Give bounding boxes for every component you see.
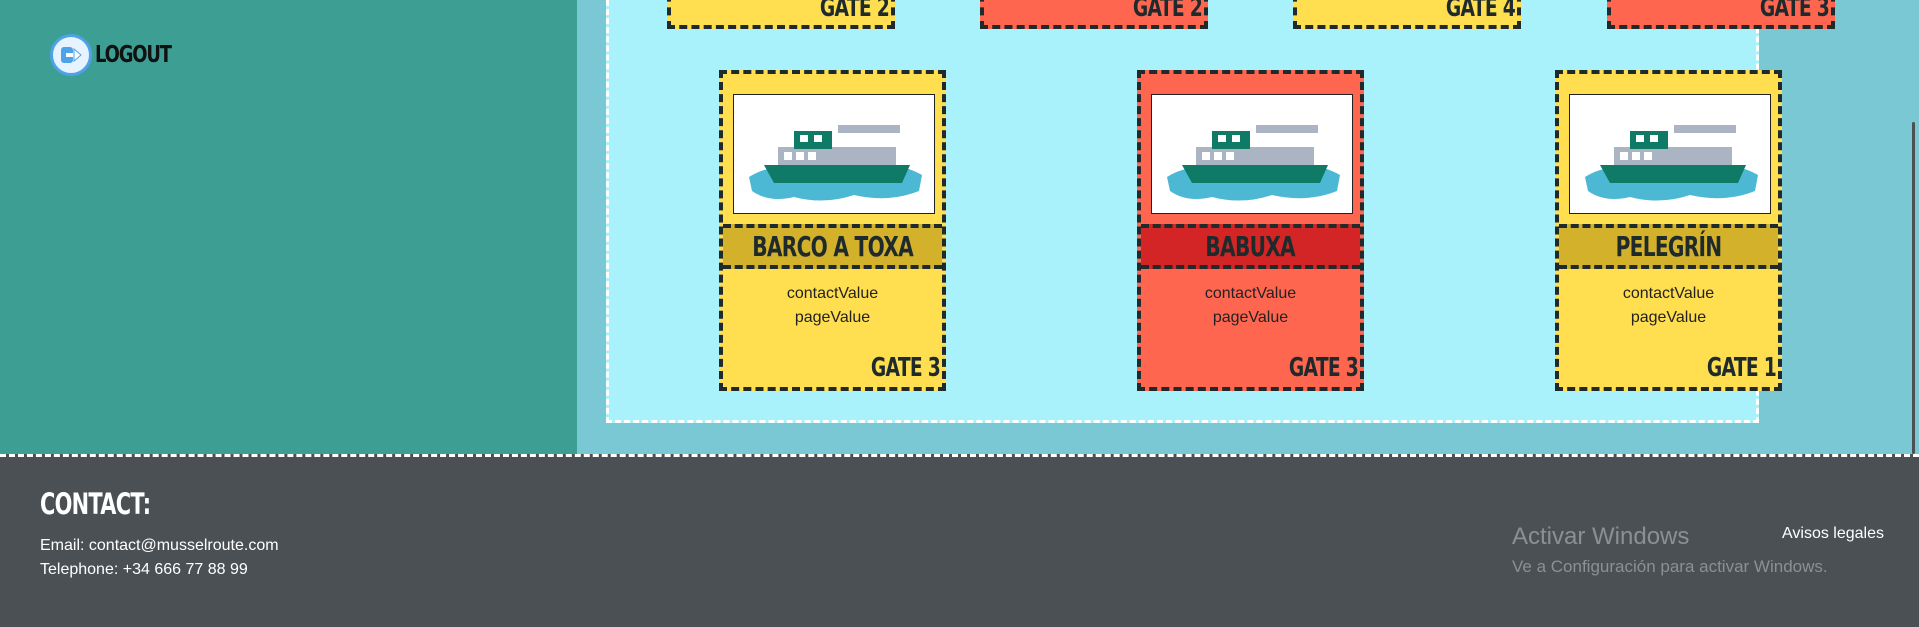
contact-email: Email: contact@musselroute.com [40, 537, 279, 554]
boat-card-pelegrin[interactable]: PELEGRÍN contactValue pageValue GATE 1 [1555, 70, 1782, 391]
footer: CONTACT: Email: contact@musselroute.com … [0, 454, 1919, 627]
boat-name: PELEGRÍN [1615, 230, 1723, 263]
contact-title: CONTACT: [40, 487, 151, 521]
windows-watermark-title: Activar Windows [1512, 523, 1690, 550]
card-top-3[interactable]: GATE 4 [1293, 0, 1521, 29]
contact-value: contactValue [1204, 285, 1297, 302]
cards-panel: GATE 2 GATE 2 GATE 4 GATE 3 BARCO A TOXA… [606, 0, 1835, 423]
contact-value: contactValue [786, 285, 879, 302]
boat-info: contactValue pageValue [1141, 282, 1360, 330]
ship-icon [1167, 125, 1340, 201]
gate-label: GATE 2 [1132, 0, 1203, 23]
scrollbar-thumb[interactable] [1912, 122, 1915, 454]
gate-label: GATE 4 [1445, 0, 1516, 23]
scrollbar[interactable] [1903, 0, 1919, 454]
logout-label: LOGOUT [95, 42, 172, 68]
contact-value: contactValue [1622, 285, 1715, 302]
card-top-4[interactable]: GATE 3 [1607, 0, 1835, 29]
contact-telephone: Telephone: +34 666 77 88 99 [40, 561, 248, 578]
ship-image [1569, 94, 1771, 214]
boat-card-barco-a-toxa[interactable]: BARCO A TOXA contactValue pageValue GATE… [719, 70, 946, 391]
gate-label: GATE 3 [1759, 0, 1830, 23]
ship-image [1151, 94, 1353, 214]
boat-card-babuxa[interactable]: BABUXA contactValue pageValue GATE 3 [1137, 70, 1364, 391]
boat-name-bar: BABUXA [1141, 224, 1360, 269]
card-top-1[interactable]: GATE 2 [667, 0, 895, 29]
ship-icon [749, 125, 922, 201]
sidebar: LOGOUT [0, 0, 577, 454]
logout-button[interactable]: LOGOUT [50, 34, 192, 76]
ship-icon [1585, 125, 1758, 201]
boat-name: BABUXA [1205, 230, 1296, 263]
gate-label: GATE 3 [870, 353, 941, 383]
gate-label: GATE 2 [819, 0, 890, 23]
page-top: LOGOUT GATE 2 GATE 2 GATE 4 GATE 3 BARCO… [0, 0, 1919, 454]
boat-info: contactValue pageValue [1559, 282, 1778, 330]
windows-watermark-subtitle: Ve a Configuración para activar Windows. [1512, 557, 1828, 576]
legal-notice-link[interactable]: Avisos legales [1782, 525, 1884, 543]
logout-icon [50, 34, 92, 76]
gate-label: GATE 1 [1706, 353, 1777, 383]
page-value: pageValue [1212, 309, 1289, 326]
boat-info: contactValue pageValue [723, 282, 942, 330]
page-value: pageValue [794, 309, 871, 326]
ship-image [733, 94, 935, 214]
card-top-2[interactable]: GATE 2 [980, 0, 1208, 29]
boat-name: BARCO A TOXA [752, 230, 913, 263]
boat-name-bar: PELEGRÍN [1559, 224, 1778, 269]
gate-label: GATE 3 [1288, 353, 1359, 383]
page-value: pageValue [1630, 309, 1707, 326]
boat-name-bar: BARCO A TOXA [723, 224, 942, 269]
